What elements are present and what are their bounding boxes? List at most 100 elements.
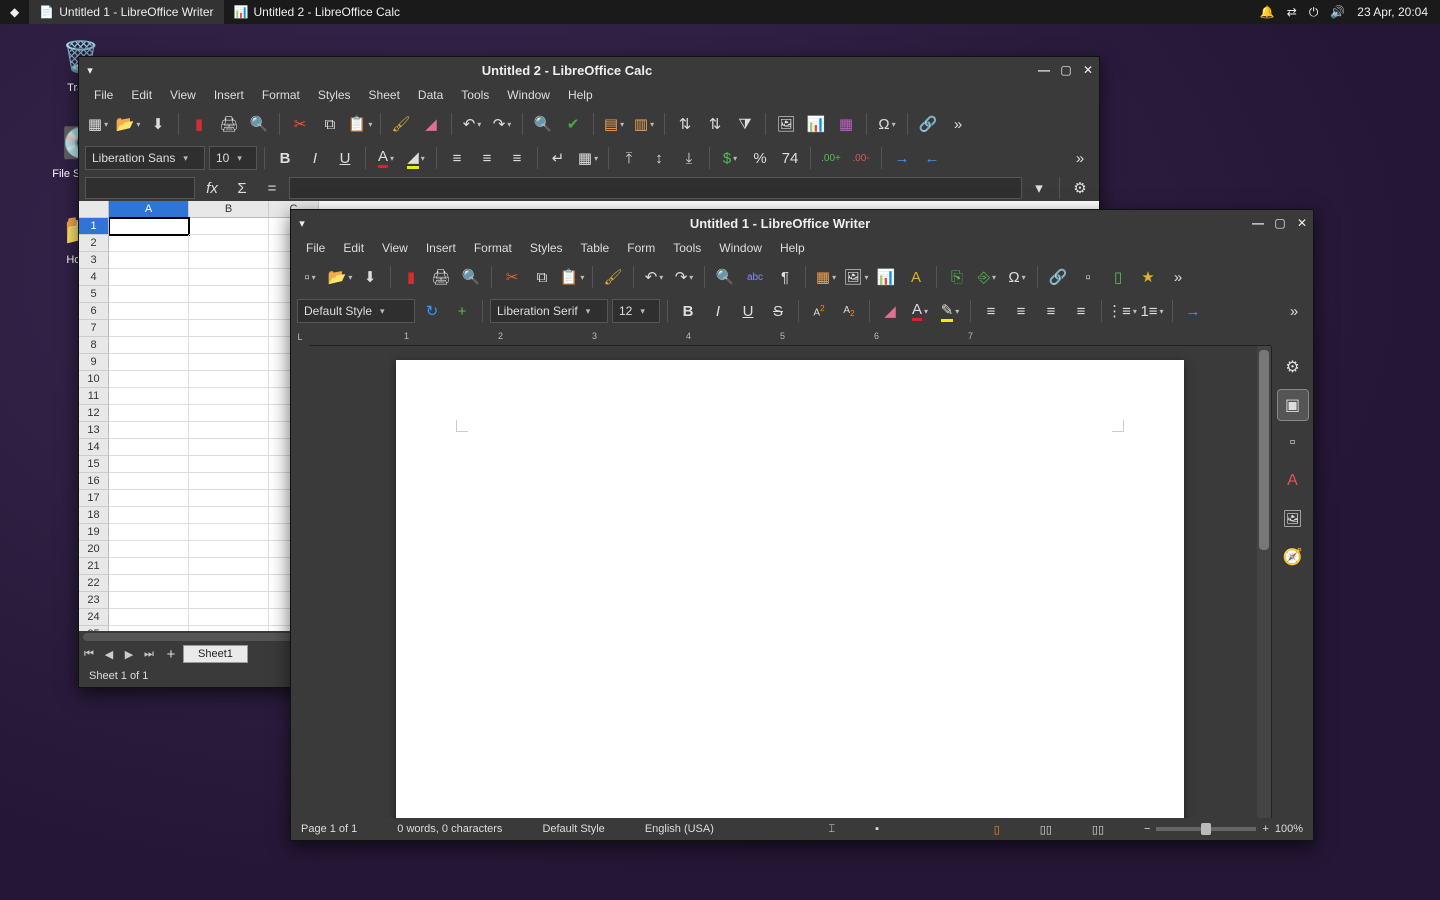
cell[interactable] — [189, 439, 269, 456]
expand-formula-button[interactable]: ▾ — [1026, 175, 1052, 201]
redo-button[interactable]: ↷ — [671, 264, 697, 290]
special-char-button[interactable]: Ω — [874, 111, 900, 137]
row-header[interactable]: 4 — [79, 269, 109, 286]
vertical-scrollbar[interactable] — [1257, 346, 1271, 818]
sidebar-settings-button[interactable]: ⚙ — [1067, 175, 1093, 201]
document-area[interactable] — [309, 346, 1271, 818]
menu-help[interactable]: Help — [559, 85, 602, 105]
cell[interactable] — [109, 422, 189, 439]
update-style-button[interactable]: ↻ — [419, 298, 445, 324]
zoom-out-button[interactable]: − — [1144, 823, 1150, 835]
row-header[interactable]: 19 — [79, 524, 109, 541]
close-button[interactable]: ✕ — [1077, 63, 1099, 77]
menu-window[interactable]: Window — [498, 85, 559, 105]
increase-indent-button[interactable]: → — [889, 145, 915, 171]
find-replace-button[interactable]: 🔍 — [530, 111, 556, 137]
cell[interactable] — [109, 558, 189, 575]
menu-format[interactable]: Format — [465, 238, 521, 258]
print-button[interactable]: 🖨 — [216, 111, 242, 137]
notifications-icon[interactable]: 🔔 — [1260, 5, 1275, 19]
status-style[interactable]: Default Style — [542, 823, 604, 835]
paste-button[interactable]: 📋 — [347, 111, 373, 137]
column-header[interactable]: B — [189, 201, 269, 218]
insert-mode-indicator[interactable]: ⌶ — [829, 823, 836, 836]
menu-edit[interactable]: Edit — [334, 238, 373, 258]
subscript-button[interactable]: A2 — [836, 298, 862, 324]
cell[interactable] — [189, 354, 269, 371]
menu-tools[interactable]: Tools — [452, 85, 498, 105]
taskbar-item-writer[interactable]: 📄 Untitled 1 - LibreOffice Writer — [29, 0, 223, 24]
clock[interactable]: 23 Apr, 20:04 — [1357, 5, 1428, 19]
cell[interactable] — [189, 524, 269, 541]
cell[interactable] — [189, 388, 269, 405]
menu-view[interactable]: View — [373, 238, 417, 258]
cell[interactable] — [109, 388, 189, 405]
menu-form[interactable]: Form — [618, 238, 664, 258]
sheet-first-button[interactable]: ⏮ — [79, 648, 99, 661]
formatting-marks-button[interactable]: ¶ — [772, 264, 798, 290]
cell[interactable] — [109, 524, 189, 541]
cell[interactable] — [189, 541, 269, 558]
clear-formatting-button[interactable]: ◢ — [418, 111, 444, 137]
font-size-combo[interactable]: 10▾ — [209, 146, 257, 170]
sum-button[interactable]: Σ — [229, 175, 255, 201]
autofilter-button[interactable]: ⧩ — [732, 111, 758, 137]
special-char-button[interactable]: Ω — [1004, 264, 1030, 290]
row-header[interactable]: 16 — [79, 473, 109, 490]
view-book-button[interactable]: ▯▯ — [1092, 823, 1104, 836]
menu-file[interactable]: File — [297, 238, 334, 258]
spellcheck-button[interactable]: ✔ — [560, 111, 586, 137]
insert-chart-button[interactable]: 📊 — [873, 264, 899, 290]
toolbar-overflow-button[interactable]: » — [1067, 145, 1093, 171]
row-header[interactable]: 15 — [79, 456, 109, 473]
toolbar-overflow-button[interactable]: » — [1281, 298, 1307, 324]
new-document-button[interactable]: ▦ — [85, 111, 111, 137]
cell[interactable] — [109, 592, 189, 609]
cell[interactable] — [189, 456, 269, 473]
cell[interactable] — [189, 235, 269, 252]
zoom-level[interactable]: 100% — [1275, 823, 1303, 835]
font-color-button[interactable]: A — [373, 145, 399, 171]
cell[interactable] — [109, 218, 189, 235]
font-color-button[interactable]: A — [907, 298, 933, 324]
cell[interactable] — [109, 507, 189, 524]
save-button[interactable]: ⬇ — [145, 111, 171, 137]
open-button[interactable]: 📂 — [327, 264, 353, 290]
align-bottom-button[interactable]: ⤓ — [676, 145, 702, 171]
toolbar-overflow-button[interactable]: » — [945, 111, 971, 137]
cell[interactable] — [109, 354, 189, 371]
italic-button[interactable]: I — [302, 145, 328, 171]
cell[interactable] — [109, 439, 189, 456]
row-header[interactable]: 8 — [79, 337, 109, 354]
menu-help[interactable]: Help — [771, 238, 814, 258]
status-word-count[interactable]: 0 words, 0 characters — [397, 823, 502, 835]
row-header[interactable]: 11 — [79, 388, 109, 405]
cell[interactable] — [109, 371, 189, 388]
horizontal-ruler[interactable]: 1234567 — [309, 328, 1271, 346]
cell[interactable] — [109, 490, 189, 507]
new-style-button[interactable]: + — [449, 298, 475, 324]
paste-button[interactable]: 📋 — [559, 264, 585, 290]
cell[interactable] — [189, 507, 269, 524]
maximize-button[interactable]: ▢ — [1269, 216, 1291, 230]
undo-button[interactable]: ↶ — [641, 264, 667, 290]
taskbar-item-calc[interactable]: 📊 Untitled 2 - LibreOffice Calc — [224, 0, 411, 24]
insert-image-button[interactable]: 🖼 — [843, 264, 869, 290]
bookmark-button[interactable]: ▯ — [1105, 264, 1131, 290]
insert-image-button[interactable]: 🖼 — [773, 111, 799, 137]
italic-button[interactable]: I — [705, 298, 731, 324]
cell[interactable] — [189, 490, 269, 507]
minimize-button[interactable]: — — [1247, 216, 1269, 230]
menu-styles[interactable]: Styles — [309, 85, 360, 105]
row-header[interactable]: 22 — [79, 575, 109, 592]
menu-view[interactable]: View — [161, 85, 205, 105]
cell[interactable] — [109, 235, 189, 252]
export-pdf-button[interactable]: ▮ — [398, 264, 424, 290]
cell[interactable] — [189, 575, 269, 592]
row-header[interactable]: 5 — [79, 286, 109, 303]
cell[interactable] — [109, 541, 189, 558]
row-header[interactable]: 12 — [79, 405, 109, 422]
cell[interactable] — [189, 218, 269, 235]
bold-button[interactable]: B — [675, 298, 701, 324]
bold-button[interactable]: B — [272, 145, 298, 171]
